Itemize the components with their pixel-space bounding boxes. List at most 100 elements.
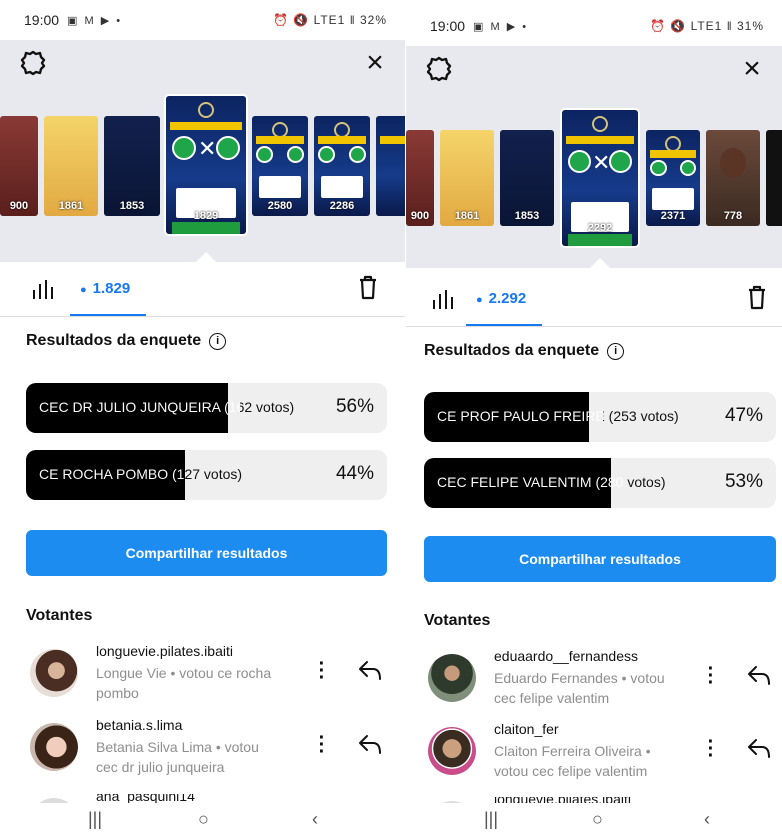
thumbnail-view-count: 2286 bbox=[329, 200, 355, 212]
thumbnail-view-count: 900 bbox=[410, 210, 430, 222]
thumbnail-view-count: 1861 bbox=[454, 210, 480, 222]
tab-viewers[interactable]: ● 2.292 bbox=[476, 290, 526, 307]
right-screenshot: 19:00 ▣ M ▶ • ⏰ 🔇 LTE1 ‖ 31% × 900 1861 … bbox=[405, 0, 782, 837]
poll-results-heading: Resultados da enquete i bbox=[26, 332, 227, 350]
voter-row[interactable]: eduaardo__fernandess Eduardo Fernandes •… bbox=[424, 648, 776, 712]
status-time: 19:00 bbox=[24, 12, 60, 28]
story-thumbnail-selected[interactable]: ✕ 1829 bbox=[166, 96, 246, 234]
story-thumbnail[interactable] bbox=[376, 116, 405, 216]
poll-option-percent: 44% bbox=[335, 463, 374, 484]
poll-option: CE PROF PAULO FREIRE (253 votos) 47% bbox=[424, 392, 776, 442]
insights-icon[interactable] bbox=[430, 290, 454, 310]
system-navigation-bar: ||| ○ ‹ bbox=[0, 803, 405, 837]
status-bar: 19:00 ▣ M ▶ • ⏰ 🔇 LTE1 ‖ 31% bbox=[406, 6, 782, 46]
close-icon[interactable]: × bbox=[740, 54, 764, 84]
story-thumbnail[interactable]: 2580 bbox=[252, 116, 308, 216]
voter-username[interactable]: claiton_fer bbox=[494, 721, 559, 737]
reply-icon[interactable] bbox=[746, 664, 772, 686]
voter-description: Claiton Ferreira Oliveira • votou cec fe… bbox=[494, 743, 651, 779]
voter-username[interactable]: eduaardo__fernandess bbox=[494, 648, 638, 664]
home-button[interactable]: ○ bbox=[198, 809, 209, 830]
view-count: 2.292 bbox=[488, 290, 527, 307]
notification-icons: ▣ M ▶ • bbox=[473, 20, 529, 33]
thumbnail-view-count: 1853 bbox=[514, 210, 540, 222]
share-results-button[interactable]: Compartilhar resultados bbox=[424, 536, 776, 582]
poll-results-heading: Resultados da enquete i bbox=[424, 342, 625, 360]
settings-icon[interactable] bbox=[20, 50, 46, 76]
story-thumbnail[interactable]: 1853 bbox=[500, 130, 554, 226]
poll-option-label: CEC FELIPE VALENTIM (280 votos) bbox=[437, 474, 666, 490]
voters-heading: Votantes bbox=[26, 607, 93, 624]
recents-button[interactable]: ||| bbox=[88, 809, 102, 830]
story-thumbnail[interactable]: 1853 bbox=[104, 116, 160, 216]
reply-icon[interactable] bbox=[357, 659, 383, 681]
notification-icons: ▣ M ▶ • bbox=[67, 14, 123, 27]
poll-option-percent: 56% bbox=[335, 396, 374, 417]
poll-option: CE ROCHA POMBO (127 votos) 44% bbox=[26, 450, 387, 500]
story-thumbnail[interactable]: 1861 bbox=[440, 130, 494, 226]
poll-option-label: CE ROCHA POMBO (127 votos) bbox=[39, 466, 243, 482]
voter-username[interactable]: longuevie.pilates.ibaiti bbox=[96, 643, 233, 659]
more-icon[interactable]: · · · bbox=[706, 659, 716, 693]
reply-icon[interactable] bbox=[746, 737, 772, 759]
story-thumbnail[interactable] bbox=[766, 130, 782, 226]
insights-tabs: ● 1.829 bbox=[0, 262, 405, 316]
voter-description: Betania Silva Lima • votou cec dr julio … bbox=[96, 739, 259, 775]
poll-option-label: CE PROF PAULO FREIRE (253 votos) bbox=[437, 408, 679, 424]
status-bar: 19:00 ▣ M ▶ • ⏰ 🔇 LTE1 ‖ 32% bbox=[0, 0, 405, 40]
info-icon[interactable]: i bbox=[209, 333, 227, 350]
system-indicators: ⏰ 🔇 LTE1 ‖ 32% bbox=[273, 13, 387, 27]
story-thumbnail[interactable]: 2286 bbox=[314, 116, 370, 216]
info-icon[interactable]: i bbox=[607, 343, 625, 360]
voters-heading: Votantes bbox=[424, 612, 491, 629]
recents-button[interactable]: ||| bbox=[484, 809, 498, 830]
settings-icon[interactable] bbox=[426, 56, 452, 82]
back-button[interactable]: ‹ bbox=[312, 809, 318, 830]
more-icon[interactable]: · · · bbox=[317, 728, 327, 762]
tab-viewers[interactable]: ● 1.829 bbox=[80, 280, 130, 297]
thumbnail-view-count: 2292 bbox=[587, 222, 613, 234]
poll-option-percent: 53% bbox=[724, 471, 763, 492]
avatar[interactable] bbox=[30, 649, 78, 697]
story-thumbnail-selected[interactable]: ✕ 2292 bbox=[562, 110, 638, 246]
thumbnail-view-count: 900 bbox=[9, 200, 29, 212]
thumbnail-view-count: 1861 bbox=[58, 200, 84, 212]
system-indicators: ⏰ 🔇 LTE1 ‖ 31% bbox=[650, 19, 764, 33]
status-time: 19:00 bbox=[430, 18, 466, 34]
story-thumbnail[interactable]: 1861 bbox=[44, 116, 98, 216]
voter-row[interactable]: claiton_fer Claiton Ferreira Oliveira • … bbox=[424, 721, 776, 785]
poll-option: CEC DR JULIO JUNQUEIRA (162 votos) 56% bbox=[26, 383, 387, 433]
voter-username[interactable]: betania.s.lima bbox=[96, 717, 182, 733]
story-carousel: × 900 1861 1853 ✕ 2292 2371 778 bbox=[406, 46, 782, 268]
thumbnail-view-count: 2580 bbox=[267, 200, 293, 212]
story-thumbnail[interactable]: 2371 bbox=[646, 130, 700, 226]
trash-icon[interactable] bbox=[746, 284, 768, 310]
avatar[interactable] bbox=[428, 727, 476, 775]
insights-icon[interactable] bbox=[30, 280, 54, 300]
view-count: 1.829 bbox=[92, 280, 131, 297]
avatar[interactable] bbox=[30, 723, 78, 771]
more-icon[interactable]: · · · bbox=[706, 732, 716, 766]
back-button[interactable]: ‹ bbox=[704, 809, 710, 830]
thumbnail-view-count: 2371 bbox=[660, 210, 686, 222]
story-thumbnail[interactable]: 778 bbox=[706, 130, 760, 226]
thumbnail-view-count: 1853 bbox=[119, 200, 145, 212]
home-button[interactable]: ○ bbox=[592, 809, 603, 830]
insights-tabs: ● 2.292 bbox=[406, 272, 782, 326]
share-results-button[interactable]: Compartilhar resultados bbox=[26, 530, 387, 576]
trash-icon[interactable] bbox=[357, 274, 379, 300]
thumbnail-view-count: 1829 bbox=[193, 210, 219, 222]
poll-option: CEC FELIPE VALENTIM (280 votos) 53% bbox=[424, 458, 776, 508]
voter-row[interactable]: longuevie.pilates.ibaiti Longue Vie • vo… bbox=[26, 643, 387, 707]
close-icon[interactable]: × bbox=[363, 48, 387, 78]
avatar[interactable] bbox=[428, 654, 476, 702]
left-screenshot: 19:00 ▣ M ▶ • ⏰ 🔇 LTE1 ‖ 32% × 900 1861 … bbox=[0, 0, 405, 837]
reply-icon[interactable] bbox=[357, 733, 383, 755]
eye-icon: ● bbox=[476, 294, 483, 306]
eye-icon: ● bbox=[80, 284, 87, 296]
story-thumbnail[interactable]: 900 bbox=[406, 130, 434, 226]
story-thumbnail[interactable]: 900 bbox=[0, 116, 38, 216]
more-icon[interactable]: · · · bbox=[317, 654, 327, 688]
voter-description: Eduardo Fernandes • votou cec felipe val… bbox=[494, 670, 665, 706]
voter-row[interactable]: betania.s.lima Betania Silva Lima • voto… bbox=[26, 717, 387, 781]
